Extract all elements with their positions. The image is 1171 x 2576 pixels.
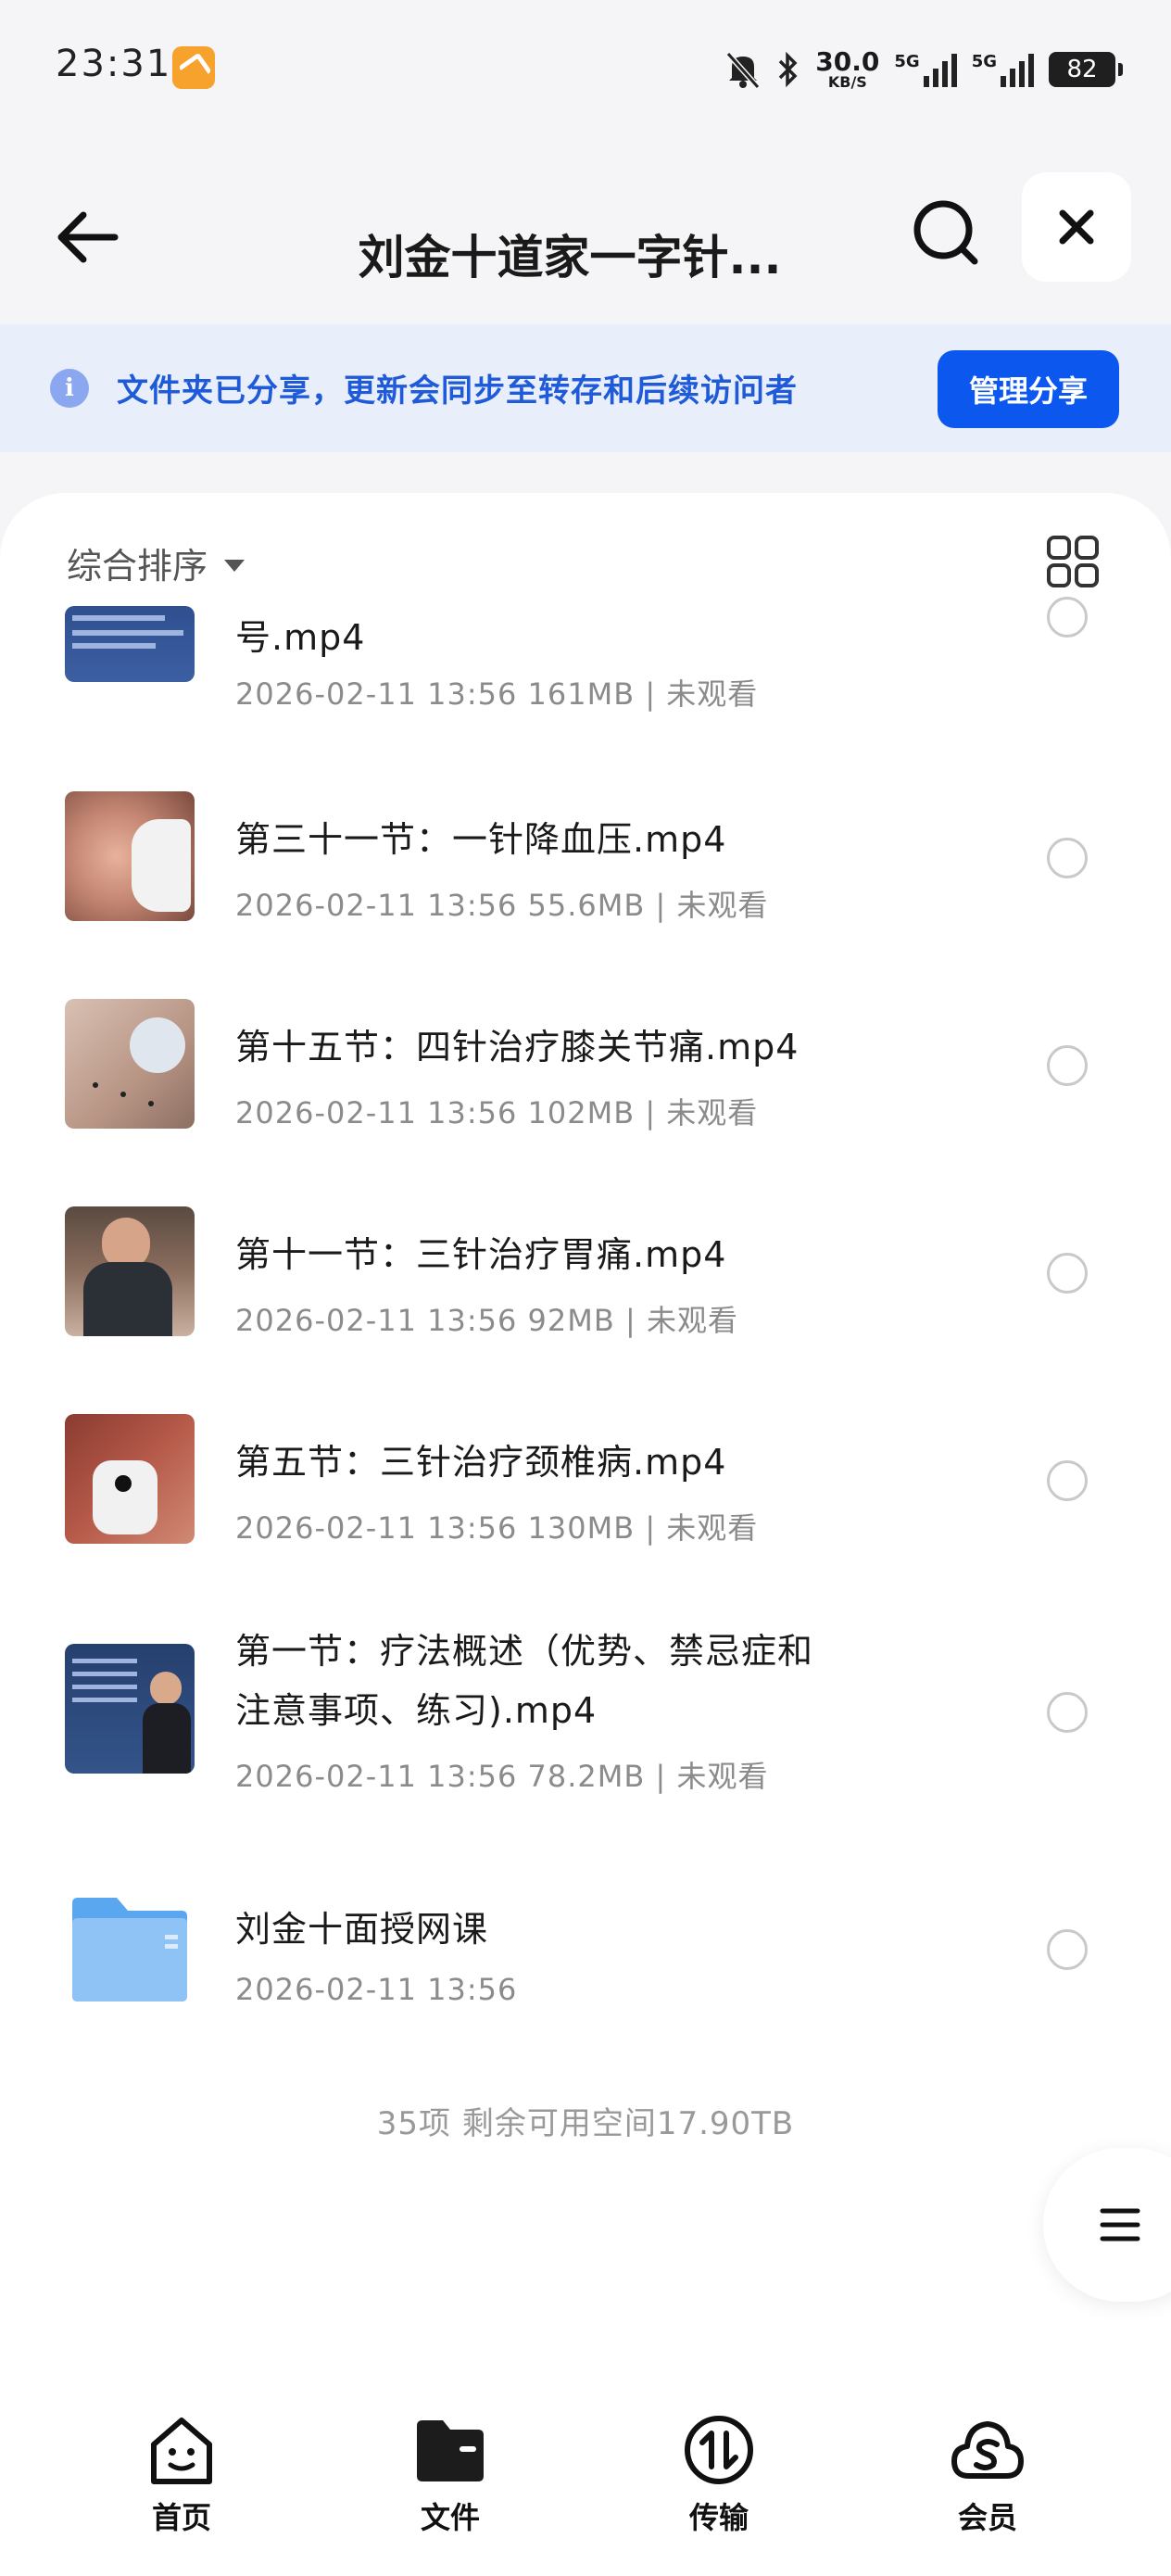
video-thumbnail bbox=[65, 1414, 195, 1544]
grid-view-icon[interactable] bbox=[1045, 534, 1101, 589]
nav-transfer-label: 传输 bbox=[688, 2500, 749, 2535]
file-list-card: 综合排序 号.mp4 2026-02-11 13:56 161MB | 未观看 … bbox=[0, 493, 1171, 2393]
video-thumbnail bbox=[65, 606, 195, 682]
close-icon bbox=[1059, 209, 1094, 245]
folder-icon bbox=[417, 2420, 484, 2481]
file-name: 第五节：三针治疗颈椎病.mp4 bbox=[235, 1442, 727, 1483]
select-radio[interactable] bbox=[1047, 597, 1088, 638]
list-item[interactable]: 号.mp4 2026-02-11 13:56 161MB | 未观看 bbox=[0, 597, 1171, 734]
file-name: 第一节：疗法概述（优势、禁忌症和 注意事项、练习).mp4 bbox=[235, 1622, 813, 1740]
folder-meta: 2026-02-11 13:56 bbox=[235, 1972, 518, 2007]
video-thumbnail bbox=[65, 999, 195, 1129]
list-item[interactable]: 第五节：三针治疗颈椎病.mp4 2026-02-11 13:56 130MB |… bbox=[0, 1414, 1171, 1581]
video-thumbnail bbox=[65, 791, 195, 921]
nav-transfer[interactable]: 传输 bbox=[626, 2393, 812, 2576]
list-item[interactable]: 第一节：疗法概述（优势、禁忌症和 注意事项、练习).mp4 2026-02-11… bbox=[0, 1622, 1171, 1844]
home-face-icon bbox=[151, 2418, 212, 2484]
status-time: 23:31 bbox=[56, 43, 172, 85]
file-name: 第十一节：三针治疗胃痛.mp4 bbox=[235, 1234, 727, 1275]
nav-home[interactable]: 首页 bbox=[89, 2393, 274, 2576]
select-radio[interactable] bbox=[1047, 838, 1088, 878]
mute-bell-icon bbox=[726, 52, 761, 89]
info-icon: i bbox=[50, 369, 89, 408]
file-meta: 2026-02-11 13:56 102MB | 未观看 bbox=[235, 1095, 759, 1130]
file-name-line-1: 第一节：疗法概述（优势、禁忌症和 bbox=[235, 1631, 814, 1672]
page-title: 刘金十道家一字针... bbox=[358, 231, 782, 284]
top-bar: 刘金十道家一字针... bbox=[0, 139, 1171, 315]
bottom-nav: 首页 文件 传输 会员 bbox=[0, 2393, 1171, 2576]
folder-icon bbox=[72, 1898, 187, 2001]
list-item[interactable]: 第十五节：四针治疗膝关节痛.mp4 2026-02-11 13:56 102MB… bbox=[0, 999, 1171, 1166]
select-radio[interactable] bbox=[1047, 1692, 1088, 1733]
storage-summary: 35项 剩余可用空间17.90TB bbox=[376, 2105, 795, 2142]
search-icon[interactable] bbox=[908, 195, 986, 272]
list-item[interactable]: 第三十一节：一针降血压.mp4 2026-02-11 13:56 55.6MB … bbox=[0, 791, 1171, 958]
share-banner: i 文件夹已分享，更新会同步至转存和后续访问者 管理分享 bbox=[0, 324, 1171, 452]
file-name-line-2: 注意事项、练习).mp4 bbox=[235, 1690, 598, 1731]
back-arrow-icon[interactable] bbox=[52, 200, 126, 274]
menu-icon bbox=[1100, 2208, 1140, 2241]
net-speed: 30.0 KB/S bbox=[815, 46, 880, 91]
folder-name: 刘金十面授网课 bbox=[235, 1909, 489, 1950]
video-thumbnail bbox=[65, 1206, 195, 1336]
list-item[interactable]: 第十一节：三针治疗胃痛.mp4 2026-02-11 13:56 92MB | … bbox=[0, 1206, 1171, 1373]
status-bar: 23:31 30.0 KB/S 5G 5G 82 bbox=[0, 0, 1171, 139]
video-thumbnail bbox=[65, 1644, 195, 1774]
signal-1: 5G bbox=[894, 52, 957, 87]
status-icons: 30.0 KB/S 5G 5G 82 bbox=[724, 37, 1123, 102]
transfer-icon bbox=[685, 2416, 753, 2484]
nav-files[interactable]: 文件 bbox=[358, 2393, 543, 2576]
vip-cloud-icon bbox=[951, 2421, 1024, 2479]
battery-indicator: 82 bbox=[1049, 52, 1123, 87]
bluetooth-icon bbox=[779, 51, 798, 88]
nav-files-label: 文件 bbox=[420, 2500, 480, 2535]
nav-home-label: 首页 bbox=[151, 2500, 211, 2535]
chevron-down-icon bbox=[224, 560, 246, 572]
share-banner-text: 文件夹已分享，更新会同步至转存和后续访问者 bbox=[117, 373, 798, 410]
file-name: 第三十一节：一针降血压.mp4 bbox=[235, 819, 727, 860]
file-meta: 2026-02-11 13:56 92MB | 未观看 bbox=[235, 1303, 738, 1338]
select-radio[interactable] bbox=[1047, 1253, 1088, 1294]
file-meta: 2026-02-11 13:56 130MB | 未观看 bbox=[235, 1510, 759, 1546]
select-radio[interactable] bbox=[1047, 1460, 1088, 1501]
sort-label: 综合排序 bbox=[67, 546, 208, 587]
file-meta: 2026-02-11 13:56 78.2MB | 未观看 bbox=[235, 1759, 769, 1794]
list-item[interactable]: 刘金十面授网课 2026-02-11 13:56 bbox=[0, 1883, 1171, 2050]
signal-2: 5G bbox=[972, 52, 1034, 87]
file-meta: 2026-02-11 13:56 55.6MB | 未观看 bbox=[235, 888, 769, 923]
app-notification-icon bbox=[172, 46, 215, 89]
select-radio[interactable] bbox=[1047, 1929, 1088, 1970]
sort-dropdown[interactable]: 综合排序 bbox=[67, 537, 246, 588]
nav-vip[interactable]: 会员 bbox=[895, 2393, 1080, 2576]
select-radio[interactable] bbox=[1047, 1045, 1088, 1086]
file-name: 号.mp4 bbox=[235, 617, 366, 658]
file-meta: 2026-02-11 13:56 161MB | 未观看 bbox=[235, 676, 759, 712]
file-name: 第十五节：四针治疗膝关节痛.mp4 bbox=[235, 1027, 800, 1067]
nav-vip-label: 会员 bbox=[957, 2500, 1017, 2535]
close-button[interactable] bbox=[1022, 172, 1131, 282]
manage-share-button[interactable]: 管理分享 bbox=[938, 350, 1119, 428]
